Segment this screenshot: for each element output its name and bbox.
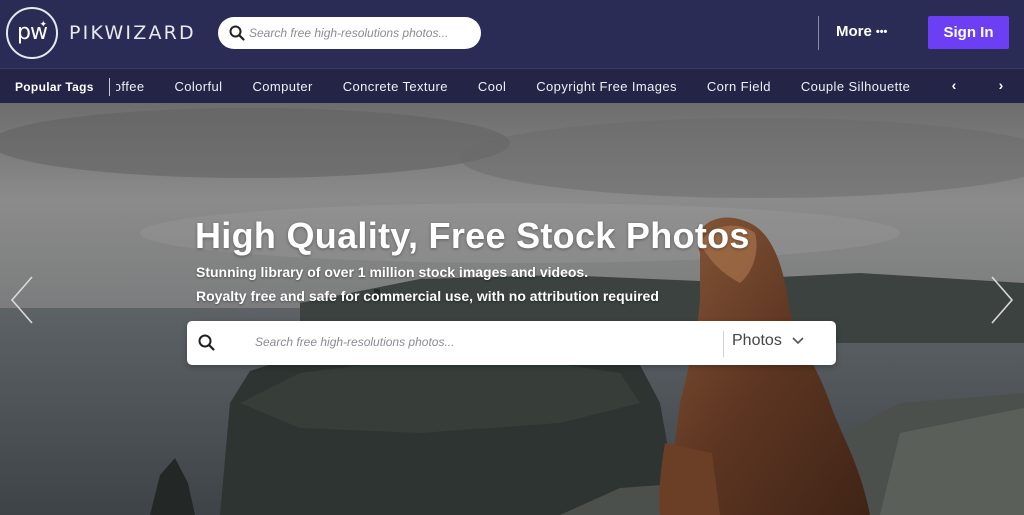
popular-tag[interactable]: Colorful — [174, 79, 222, 94]
more-dots-icon: ••• — [875, 25, 888, 38]
tags-next-arrow-icon[interactable]: › — [994, 77, 1008, 93]
hero-subtitle-line1: Stunning library of over 1 million stock… — [196, 264, 589, 280]
hero-background-image — [0, 103, 1024, 515]
media-type-value: Photos — [732, 332, 782, 349]
search-type-divider — [723, 331, 724, 357]
brand-name: PIKWIZARD — [69, 22, 196, 44]
more-label: More — [836, 23, 872, 40]
popular-tag[interactable]: Couple Silhouette — [801, 79, 910, 94]
top-header: pw ✦ PIKWIZARD More ••• Sign In — [0, 0, 1024, 68]
tags-track: Coffee Colorful Computer Concrete Texture Co… — [116, 79, 940, 94]
logo-badge: pw ✦ — [6, 7, 58, 59]
header-search-input[interactable] — [249, 26, 469, 40]
chevron-down-icon — [792, 337, 804, 345]
header-divider — [818, 16, 819, 50]
sparkle-icon: ✦ — [39, 19, 47, 29]
search-icon — [198, 334, 215, 351]
sign-in-button[interactable]: Sign In — [928, 16, 1009, 49]
popular-tags-bar: Popular Tags Coffee Colorful Computer Concr… — [0, 68, 1024, 103]
hero-prev-arrow-icon[interactable] — [8, 273, 38, 327]
media-type-select[interactable]: Photos — [732, 332, 804, 350]
popular-tag[interactable]: Corn Field — [707, 79, 771, 94]
tags-prev-arrow-icon[interactable]: ‹ — [947, 77, 961, 93]
popular-tag[interactable]: Concrete Texture — [343, 79, 448, 94]
hero-title: High Quality, Free Stock Photos — [195, 215, 750, 256]
popular-tag[interactable]: Coffee — [116, 79, 144, 94]
popular-tag[interactable]: Cool — [478, 79, 506, 94]
popular-tags-label: Popular Tags — [15, 80, 94, 94]
search-icon — [229, 25, 245, 41]
popular-tag[interactable]: Computer — [252, 79, 312, 94]
hero-subtitle-line2: Royalty free and safe for commercial use… — [196, 288, 659, 304]
hero-search-bar[interactable]: Photos — [187, 321, 836, 365]
more-menu-button[interactable]: More ••• — [836, 23, 887, 40]
hero-search-input[interactable] — [255, 335, 715, 349]
logo[interactable]: pw ✦ PIKWIZARD — [6, 7, 196, 59]
hero-next-arrow-icon[interactable] — [986, 273, 1016, 327]
header-search-bar[interactable] — [218, 17, 481, 49]
popular-tag[interactable]: Copyright Free Images — [536, 79, 677, 94]
tags-divider — [109, 78, 110, 96]
hero-banner: High Quality, Free Stock Photos Stunning… — [0, 103, 1024, 515]
tags-scroller: Coffee Colorful Computer Concrete Texture Co… — [116, 69, 942, 104]
